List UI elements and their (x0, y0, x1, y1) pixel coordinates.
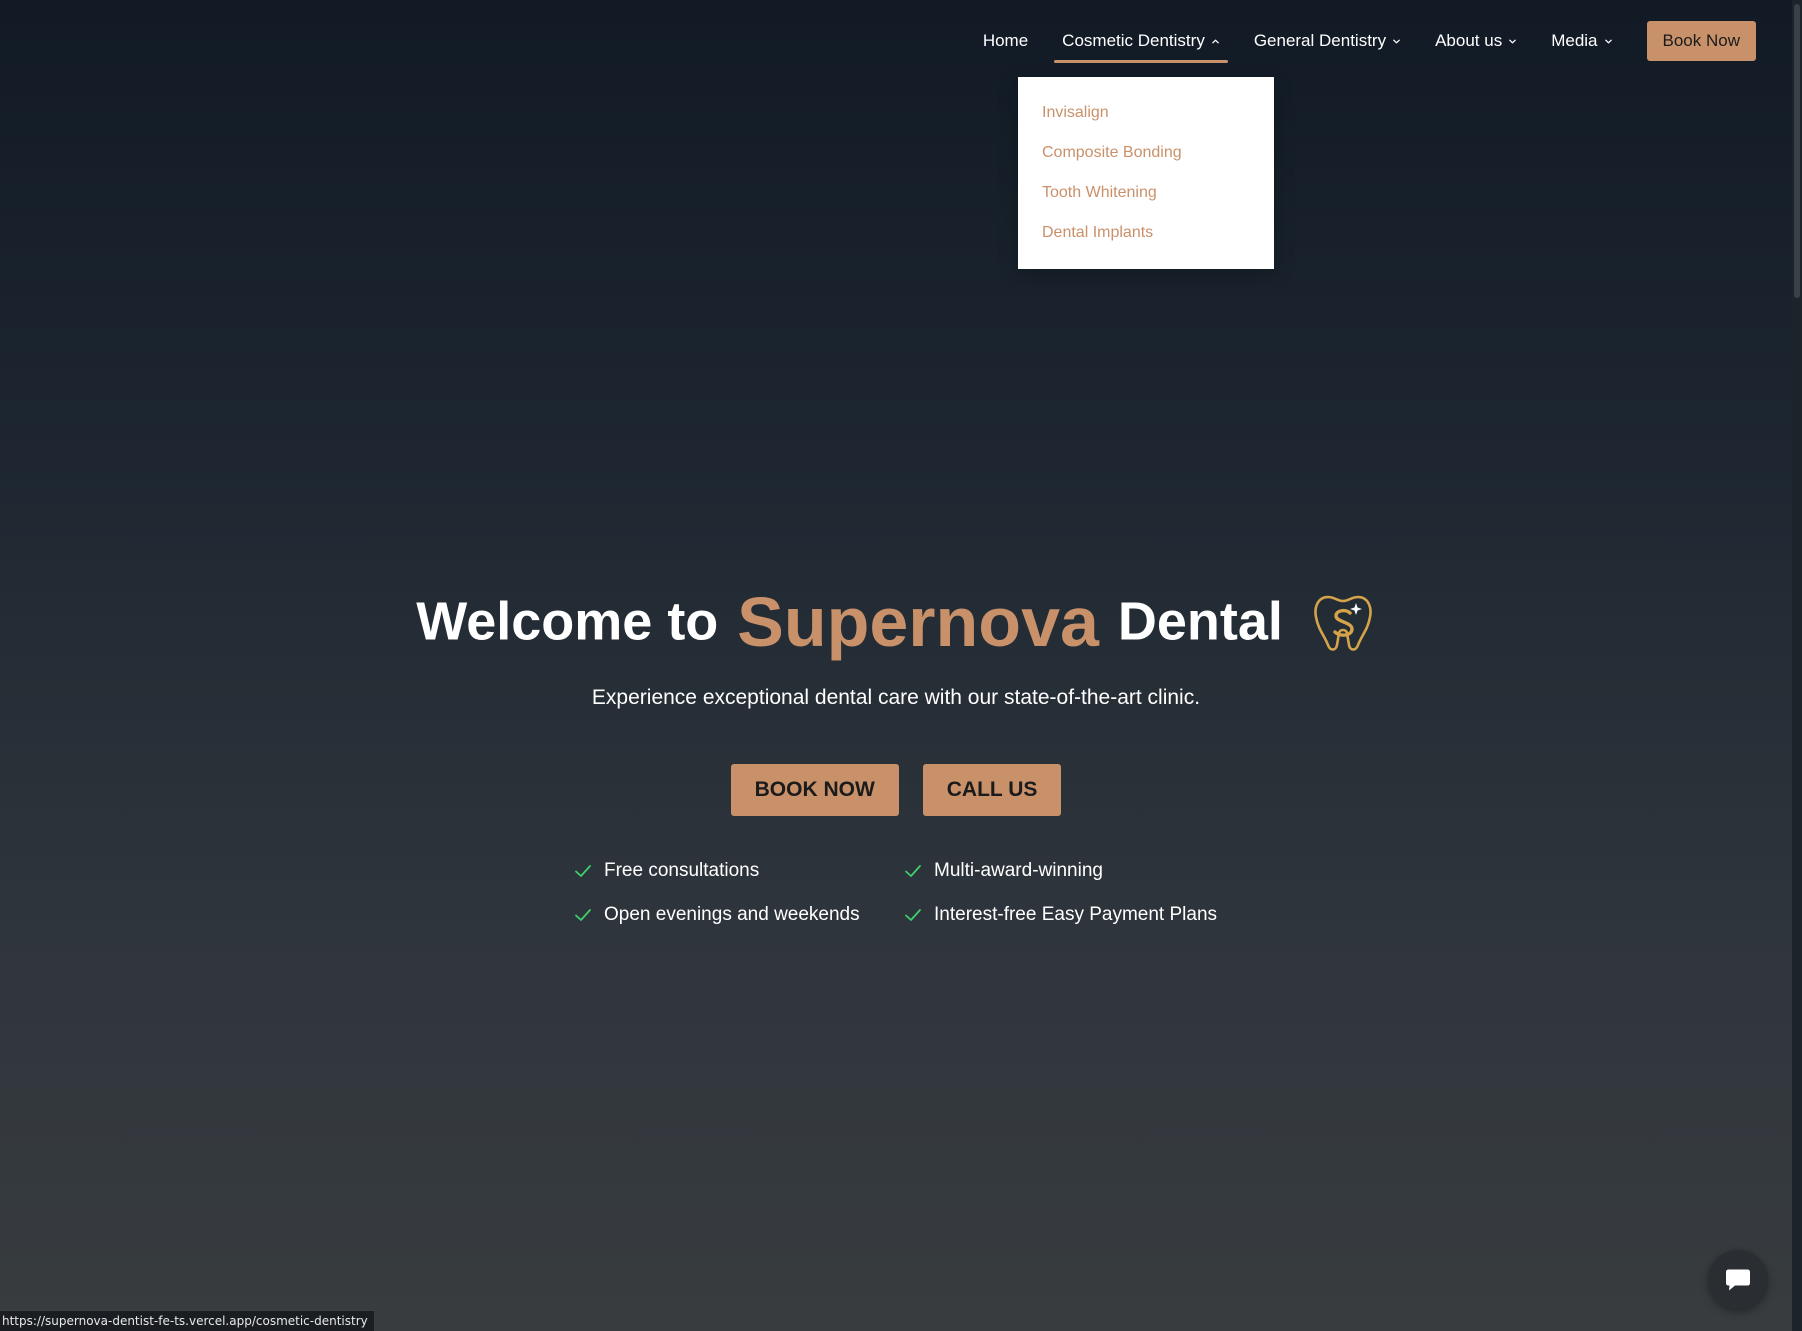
nav-item-cosmetic-dentistry[interactable]: Cosmetic Dentistry (1054, 20, 1228, 63)
nav-item-media[interactable]: Media (1543, 20, 1620, 62)
call-us-label: CALL US (946, 778, 1038, 801)
dropdown-item-composite-bonding[interactable]: Composite Bonding (1018, 133, 1274, 173)
feature-item: Free consultations (574, 858, 904, 883)
nav-item-label: Media (1551, 31, 1598, 50)
cosmetic-dentistry-dropdown: Invisalign Composite Bonding Tooth White… (1018, 77, 1274, 269)
feature-item: Multi-award-winning (904, 858, 1234, 883)
features-list: Free consultations Multi-award-winning O… (574, 858, 1234, 927)
check-icon (575, 864, 591, 877)
nav-item-about-us[interactable]: About us (1427, 20, 1525, 62)
hero-title-prefix: Welcome to (416, 591, 719, 652)
nav-book-now-label: Book Now (1662, 31, 1740, 50)
chat-icon (1726, 1269, 1750, 1291)
nav-item-label: Home (982, 31, 1029, 50)
feature-item: Interest-free Easy Payment Plans (904, 902, 1234, 927)
chevron-up-icon (1211, 39, 1219, 43)
dropdown-item-dental-implants[interactable]: Dental Implants (1018, 213, 1274, 253)
vertical-scrollbar[interactable] (1792, 0, 1802, 1331)
nav-item-general-dentistry[interactable]: General Dentistry (1246, 20, 1409, 62)
check-icon (905, 864, 921, 877)
hero-cta-row: BOOK NOW CALL US (0, 764, 1792, 816)
check-icon (905, 908, 921, 921)
page: Home Cosmetic Dentistry General Dentistr… (0, 0, 1792, 1331)
call-us-button[interactable]: CALL US (922, 764, 1062, 816)
dropdown-item-tooth-whitening[interactable]: Tooth Whitening (1018, 173, 1274, 213)
status-bar-url: https://supernova-dentist-fe-ts.vercel.a… (0, 1310, 375, 1331)
nav-item-label: About us (1435, 31, 1503, 50)
check-icon (575, 908, 591, 921)
hero-subtitle: Experience exceptional dental care with … (591, 686, 1201, 709)
nav-item-label: Cosmetic Dentistry (1062, 31, 1205, 50)
chevron-down-icon (1604, 39, 1612, 43)
chevron-down-icon (1393, 39, 1400, 43)
nav-item-home[interactable]: Home (975, 20, 1036, 62)
feature-label: Interest-free Easy Payment Plans (934, 903, 1218, 925)
book-now-label: BOOK NOW (754, 778, 875, 801)
nav-item-label: General Dentistry (1253, 31, 1387, 50)
hero-title-brand: Supernova (737, 582, 1099, 661)
feature-label: Multi-award-winning (934, 859, 1103, 881)
hero-title: Welcome to Supernova Dental (0, 578, 1792, 663)
main-nav: Home Cosmetic Dentistry General Dentistr… (957, 20, 1756, 63)
book-now-button[interactable]: BOOK NOW (730, 764, 899, 816)
feature-label: Open evenings and weekends (604, 903, 860, 925)
feature-item: Open evenings and weekends (574, 902, 904, 927)
nav-book-now-button[interactable]: Book Now (1646, 21, 1756, 61)
chat-button[interactable] (1708, 1250, 1768, 1310)
scrollbar-thumb[interactable] (1794, 4, 1800, 298)
tooth-logo-icon (1313, 595, 1372, 651)
chevron-down-icon (1509, 39, 1517, 43)
dropdown-item-invisalign[interactable]: Invisalign (1018, 93, 1274, 133)
hero-title-suffix: Dental (1117, 591, 1283, 652)
feature-label: Free consultations (604, 859, 760, 881)
